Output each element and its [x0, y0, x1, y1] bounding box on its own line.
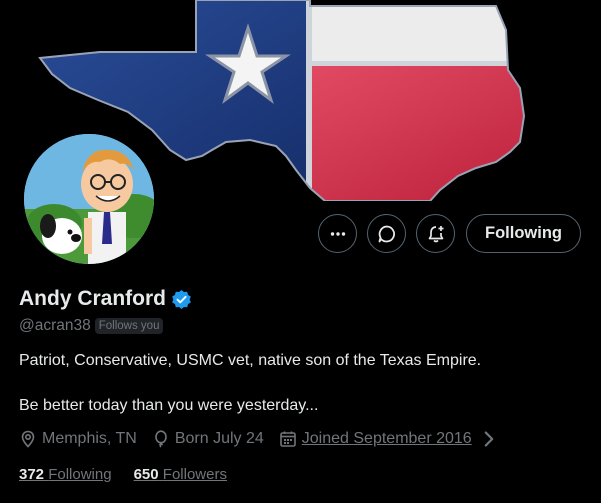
handle-row: @acran38 Follows you	[19, 317, 164, 335]
birthday: Born July 24	[152, 430, 264, 448]
followers-count: 650	[133, 466, 159, 483]
bottom-edge	[0, 495, 601, 503]
following-count: 372	[19, 466, 45, 483]
follow-stats: 372 Following 650 Followers	[19, 466, 227, 483]
following-button[interactable]: Following	[466, 214, 581, 253]
chevron-right-icon[interactable]	[480, 430, 498, 448]
more-icon	[330, 231, 345, 236]
notify-button[interactable]	[416, 214, 455, 253]
balloon-icon	[155, 430, 167, 448]
bio-line-1: Patriot, Conservative, USMC vet, native …	[19, 352, 482, 369]
following-stat[interactable]: 372 Following	[19, 466, 112, 483]
name-row: Andy Cranford	[19, 287, 192, 311]
avatar-image	[24, 134, 154, 264]
followers-stat[interactable]: 650 Followers	[134, 466, 227, 483]
notification-bell-icon	[428, 225, 443, 242]
message-button[interactable]	[367, 214, 406, 253]
display-name: Andy Cranford	[19, 287, 166, 310]
following-label: Following	[48, 466, 112, 483]
birthday-text: Born July 24	[174, 430, 264, 447]
location: Memphis, TN	[19, 430, 137, 448]
avatar[interactable]	[21, 131, 157, 267]
follows-you-badge: Follows you	[94, 318, 164, 334]
profile-meta: Memphis, TN Born July 24 Joined Septembe…	[19, 430, 513, 448]
bio-line-2: Be better today than you were yesterday.…	[19, 397, 319, 414]
more-button[interactable]	[318, 214, 357, 253]
joined[interactable]: Joined September 2016	[279, 430, 498, 448]
joined-text[interactable]: Joined September 2016	[302, 430, 472, 448]
followers-label: Followers	[162, 466, 227, 483]
message-icon	[378, 225, 395, 242]
calendar-icon	[279, 431, 296, 447]
verified-badge-icon[interactable]	[171, 289, 192, 310]
location-pin-icon	[21, 430, 35, 448]
handle: @acran38	[19, 317, 91, 334]
location-text: Memphis, TN	[42, 430, 137, 447]
